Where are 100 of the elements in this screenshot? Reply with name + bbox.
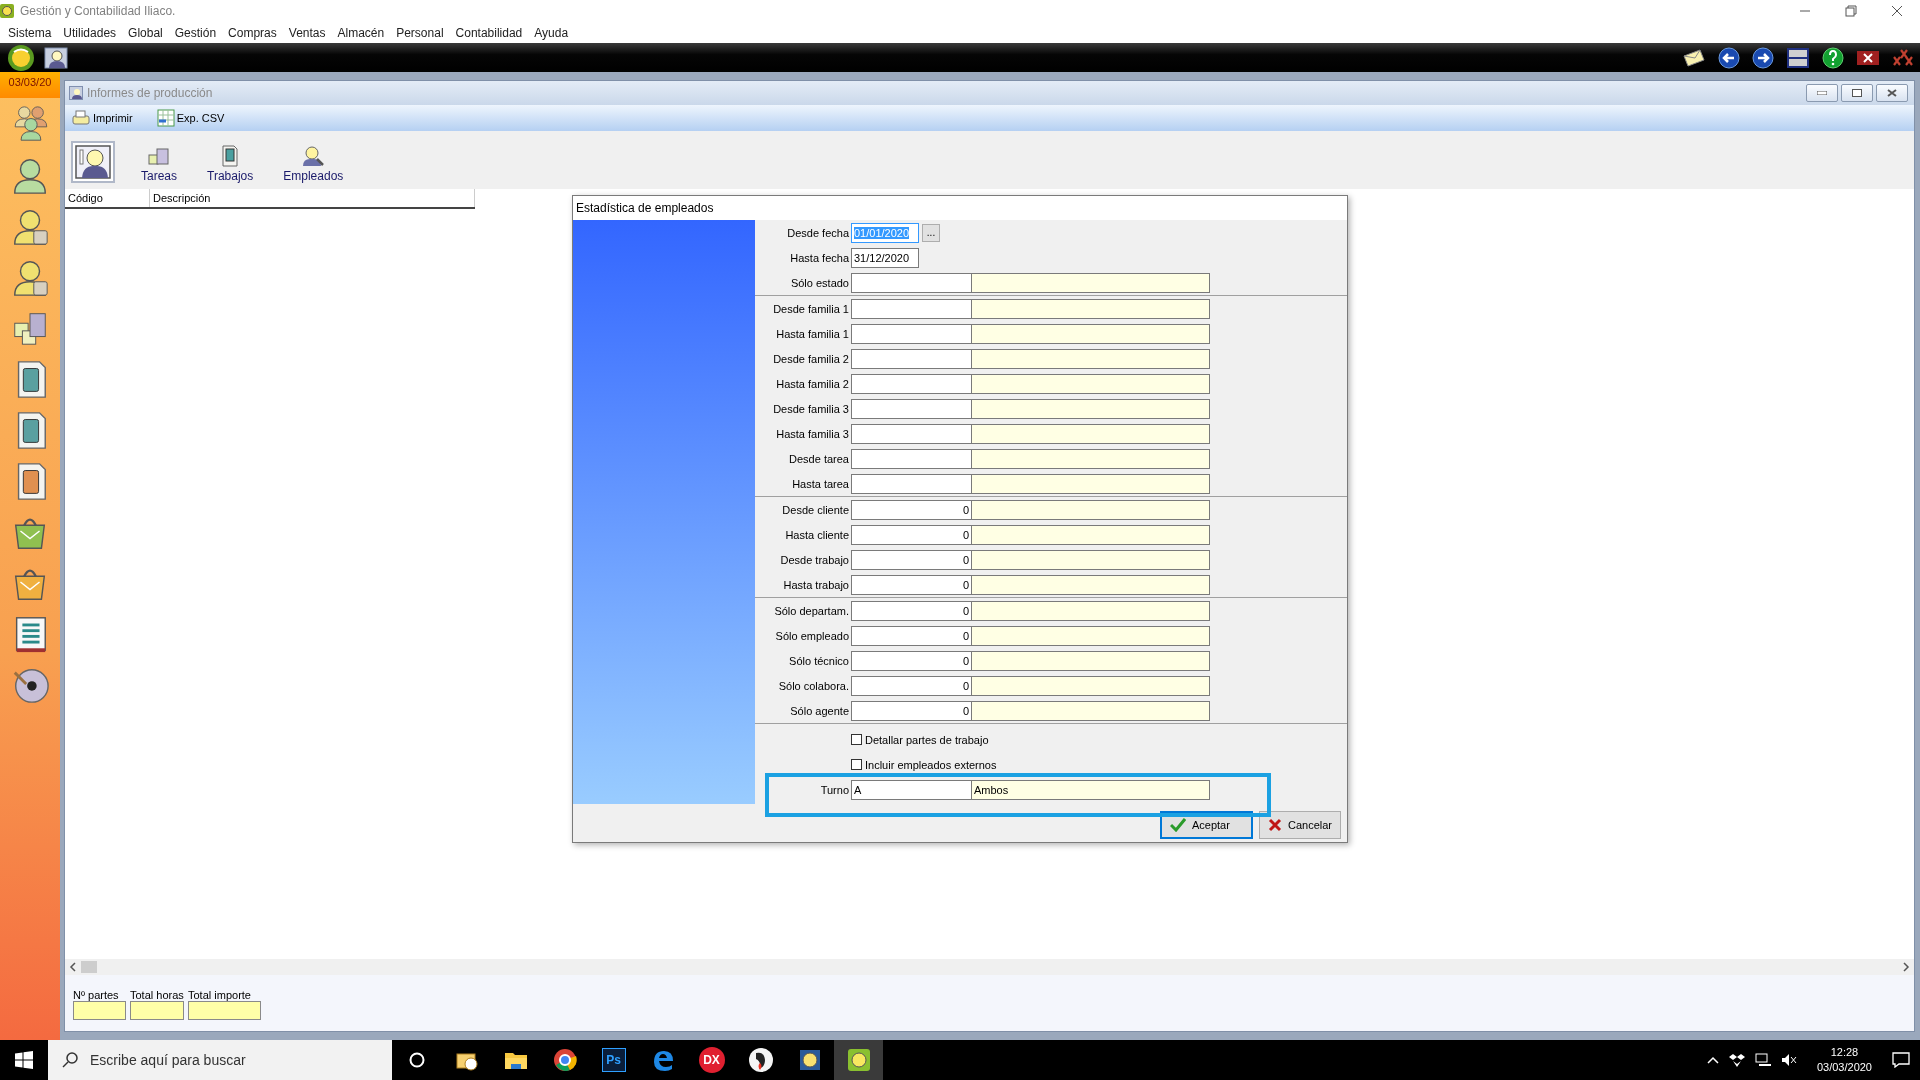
- mail-icon[interactable]: [1682, 47, 1706, 68]
- total-label: Nº partes: [73, 989, 120, 1001]
- scrollbar-thumb[interactable]: [81, 961, 97, 973]
- code-field[interactable]: 0: [851, 700, 972, 721]
- code-field[interactable]: A: [851, 779, 972, 800]
- menu-item[interactable]: Gestión: [168, 25, 223, 40]
- field-label: Desde familia 2: [772, 352, 850, 365]
- scroll-right-icon[interactable]: [1902, 962, 1910, 972]
- menu-item[interactable]: Compras: [222, 25, 283, 40]
- menu-item[interactable]: Contabilidad: [449, 25, 529, 40]
- column-header[interactable]: Descripción: [150, 189, 475, 207]
- menu-item[interactable]: Ayuda: [528, 25, 575, 40]
- menu-item[interactable]: Sistema: [2, 25, 58, 40]
- code-field[interactable]: [851, 398, 972, 419]
- date-label: 03/03/20: [0, 72, 60, 98]
- code-field[interactable]: 0: [851, 600, 972, 621]
- code-field[interactable]: [851, 298, 972, 319]
- field-label: Desde tarea: [788, 452, 850, 465]
- field-label: Hasta familia 2: [775, 377, 850, 390]
- cancel-button[interactable]: Cancelar: [1258, 811, 1341, 839]
- total-label: Total horas: [130, 989, 184, 1001]
- menu-item[interactable]: Utilidades: [57, 25, 123, 40]
- taskbar-app[interactable]: DX: [687, 1040, 736, 1080]
- code-field[interactable]: [851, 373, 972, 394]
- field-label: Sólo empleado: [774, 629, 850, 642]
- cross-icon: [1267, 818, 1282, 832]
- clock-time: 12:28: [1830, 1045, 1859, 1060]
- portrait-icon[interactable]: [44, 46, 68, 69]
- description-field: Ambos: [972, 779, 1210, 800]
- logo-orb-icon[interactable]: [6, 43, 36, 72]
- total-field: [130, 1001, 184, 1020]
- view-button[interactable]: Empleados: [279, 145, 348, 183]
- code-field[interactable]: 0: [851, 625, 972, 646]
- toolbar-button[interactable]: Imprimir: [71, 109, 133, 127]
- windows-icon[interactable]: [15, 1051, 33, 1069]
- view-button[interactable]: Tareas: [137, 147, 182, 183]
- menu-item[interactable]: Ventas: [282, 25, 332, 40]
- document-icon: [221, 145, 240, 167]
- code-field[interactable]: [851, 323, 972, 344]
- field-label: Hasta tarea: [791, 477, 850, 490]
- close-icon: [1887, 89, 1897, 97]
- menu-item[interactable]: Global: [122, 25, 169, 40]
- code-field[interactable]: 0: [851, 675, 972, 696]
- dx-icon: DX: [698, 1047, 725, 1073]
- checkbox-label[interactable]: Detallar partes de trabajo: [865, 733, 989, 746]
- clock-date: 03/03/2020: [1816, 1060, 1872, 1075]
- cortana-icon[interactable]: [409, 1052, 425, 1068]
- spreadsheet-icon: [156, 109, 175, 127]
- app-logo-icon: [846, 1048, 871, 1072]
- tile-icon[interactable]: [1786, 46, 1810, 69]
- code-field[interactable]: 0: [851, 549, 972, 570]
- total-label: Total importe: [188, 989, 252, 1001]
- code-field[interactable]: [851, 272, 972, 293]
- close-icon[interactable]: [1891, 5, 1903, 17]
- field-label: Desde familia 3: [772, 402, 850, 415]
- field-label: Hasta familia 3: [775, 427, 850, 440]
- cubes-icon: [148, 147, 170, 167]
- code-field[interactable]: [851, 348, 972, 369]
- forward-icon[interactable]: [1752, 46, 1774, 69]
- picker-button[interactable]: ...: [922, 223, 940, 242]
- close-icon[interactable]: [1856, 49, 1880, 66]
- restore-icon[interactable]: [1845, 5, 1857, 17]
- taskbar-app[interactable]: [834, 1040, 883, 1080]
- code-field[interactable]: 0: [851, 524, 972, 545]
- field-label: Hasta trabajo: [782, 578, 850, 591]
- person-wrench-icon: [301, 145, 326, 167]
- close-button[interactable]: [1876, 84, 1908, 102]
- network-icon[interactable]: [1754, 1053, 1771, 1067]
- chevron-up-icon[interactable]: [1706, 1056, 1719, 1064]
- code-field[interactable]: [851, 423, 972, 444]
- back-icon[interactable]: [1718, 46, 1740, 69]
- scroll-left-icon[interactable]: [69, 962, 77, 972]
- code-field[interactable]: 0: [851, 574, 972, 595]
- volume-icon[interactable]: [1780, 1053, 1797, 1067]
- code-field[interactable]: [851, 473, 972, 494]
- app-logo-icon: [0, 4, 14, 18]
- toolbar-button[interactable]: Exp. CSV: [156, 109, 225, 127]
- dropbox-icon[interactable]: [1728, 1053, 1745, 1067]
- code-field[interactable]: [851, 448, 972, 469]
- view-button[interactable]: Trabajos: [203, 145, 258, 183]
- maximize-button[interactable]: [1841, 84, 1873, 102]
- checkbox-label[interactable]: Incluir empleados externos: [865, 758, 997, 771]
- menu-item[interactable]: Almacén: [331, 25, 391, 40]
- search-icon: [62, 1052, 78, 1068]
- printer-icon: [71, 109, 91, 127]
- taskbar-app[interactable]: Ps: [589, 1040, 638, 1080]
- menu-item[interactable]: Personal: [390, 25, 450, 40]
- bird-icon: [747, 1047, 774, 1073]
- checkbox[interactable]: [851, 734, 862, 745]
- code-field[interactable]: 0: [851, 650, 972, 671]
- search-field[interactable]: Escribe aquí para buscar: [48, 1040, 392, 1080]
- view-button[interactable]: [71, 141, 115, 183]
- checkbox[interactable]: [851, 759, 862, 770]
- notification-icon[interactable]: [1892, 1052, 1910, 1068]
- column-header[interactable]: Código: [65, 189, 150, 207]
- portrait-icon: [75, 145, 111, 179]
- help-icon[interactable]: [1822, 46, 1844, 69]
- date-field[interactable]: 31/12/2020: [851, 247, 919, 268]
- code-field[interactable]: 0: [851, 499, 972, 520]
- field-label: Sólo agente: [789, 704, 850, 717]
